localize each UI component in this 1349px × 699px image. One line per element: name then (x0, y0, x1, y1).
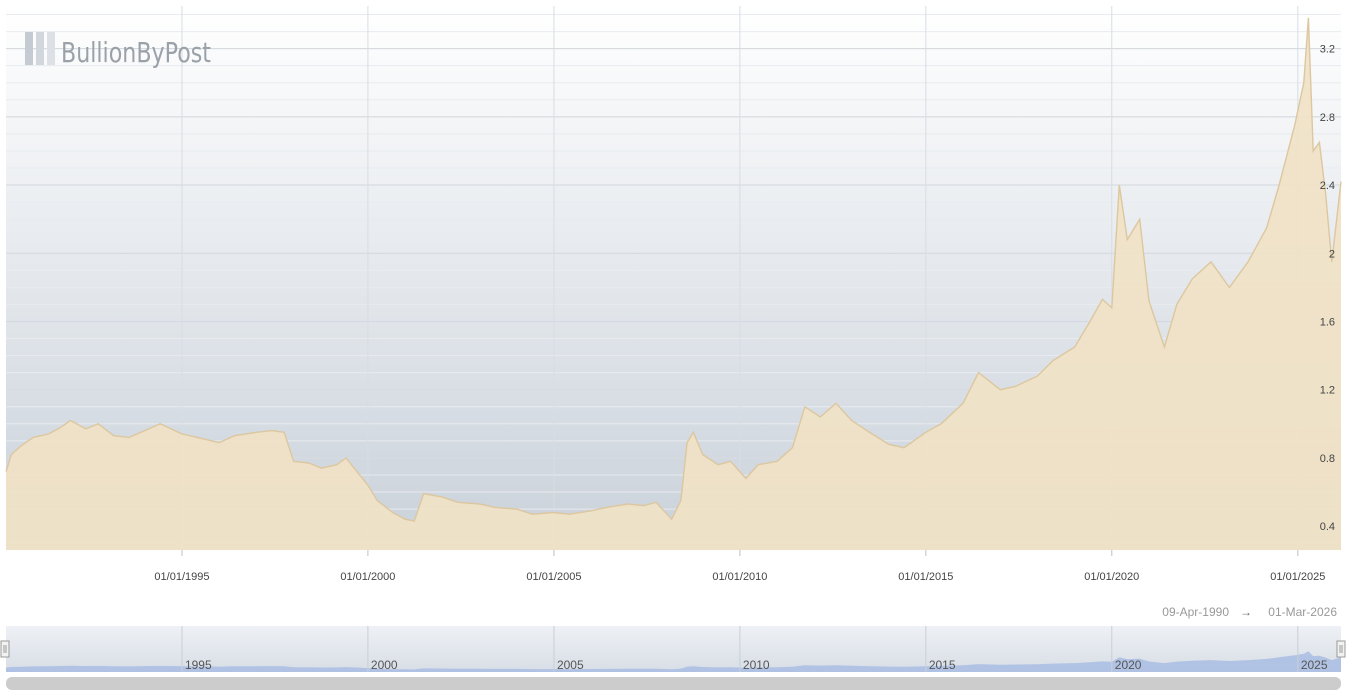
logo-bar-icon (36, 32, 44, 65)
y-tick-label: 2.4 (1320, 180, 1335, 192)
x-tick-label: 01/01/2025 (1270, 571, 1325, 583)
navigator-year-label: 2020 (1115, 658, 1142, 672)
x-tick-label: 01/01/2015 (898, 571, 953, 583)
range-start[interactable]: 09-Apr-1990 (1162, 605, 1229, 619)
range-end[interactable]: 01-Mar-2026 (1268, 605, 1337, 619)
y-tick-label: 0.4 (1320, 521, 1335, 533)
x-tick-label: 01/01/2010 (712, 571, 767, 583)
navigator-right-handle[interactable] (1336, 640, 1346, 658)
bullionbypost-logo: BullionByPost (25, 32, 211, 69)
y-tick-label: 1.2 (1320, 385, 1335, 397)
navigator-year-label: 2005 (557, 658, 584, 672)
logo-text: BullionByPost (61, 36, 211, 69)
logo-bar-icon (25, 32, 33, 65)
navigator-year-label: 2010 (743, 658, 770, 672)
navigator-year-label: 2025 (1301, 658, 1328, 672)
logo-bar-icon (47, 32, 55, 65)
x-axis: 01/01/1995 01/01/2000 01/01/2005 01/01/2010… (154, 550, 1325, 583)
x-tick-label: 01/01/2005 (526, 571, 581, 583)
navigator-year-label: 2000 (371, 658, 398, 672)
y-tick-label: 1.6 (1320, 316, 1335, 328)
x-tick-label: 01/01/2020 (1084, 571, 1139, 583)
range-readout: 09-Apr-1990 → 01-Mar-2026 (1162, 605, 1337, 619)
y-tick-label: 2 (1329, 248, 1335, 260)
x-tick-label: 01/01/1995 (154, 571, 209, 583)
range-arrow: → (1240, 605, 1252, 619)
price-ratio-chart: 0.4 0.8 1.2 1.6 2 2.4 2.8 3.2 01/01/1995 01/01/2… (0, 0, 1349, 694)
y-tick-label: 3.2 (1320, 44, 1335, 56)
chart-svg: 0.4 0.8 1.2 1.6 2 2.4 2.8 3.2 01/01/1995 01/01/2… (0, 6, 1346, 690)
navigator-year-label: 2015 (929, 658, 956, 672)
scrollbar-thumb[interactable] (6, 677, 1341, 690)
y-tick-label: 2.8 (1320, 112, 1335, 124)
x-tick-label: 01/01/2000 (340, 571, 395, 583)
navigator-left-handle[interactable] (0, 640, 10, 658)
navigator[interactable]: 1995 2000 2005 2010 2015 2020 2025 (0, 626, 1346, 672)
y-tick-label: 0.8 (1320, 453, 1335, 465)
navigator-year-label: 1995 (185, 658, 212, 672)
